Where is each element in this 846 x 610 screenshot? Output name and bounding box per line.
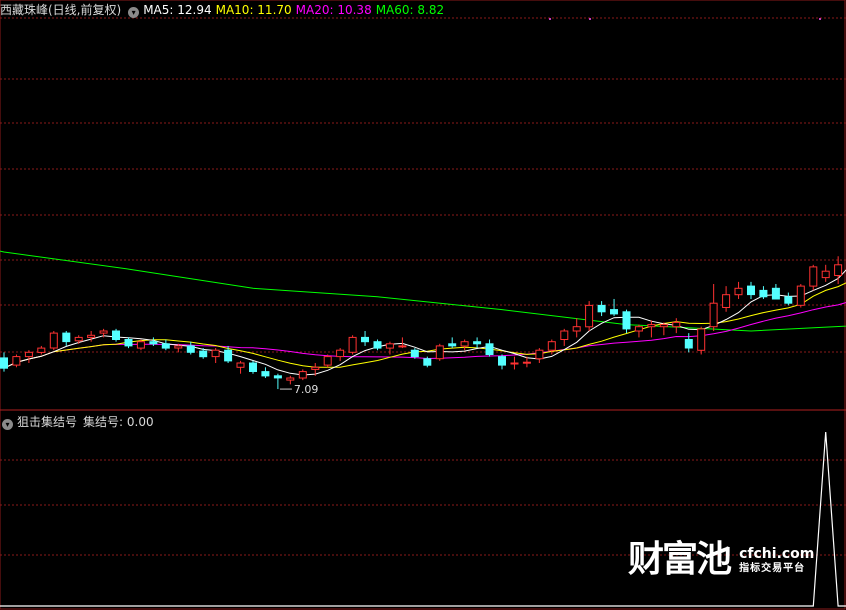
candle-body [510, 362, 519, 365]
candle-body [174, 345, 183, 349]
candle-body [361, 336, 369, 343]
candle-body [697, 328, 706, 351]
candle-body [211, 349, 220, 358]
candle-body [398, 345, 407, 348]
candle-body [273, 375, 282, 379]
candle-body [261, 371, 270, 377]
candle-body [659, 324, 668, 328]
candle-body [24, 351, 33, 358]
ma5-label: MA5: 12.94 [143, 3, 212, 17]
candle-body [224, 349, 233, 362]
ma20-label: MA20: 10.38 [295, 3, 372, 17]
main-chart-header: 西藏珠峰(日线,前复权) ▾ MA5: 12.94 MA10: 11.70 MA20: … [0, 2, 448, 18]
candle-body [99, 330, 108, 334]
watermark-brand: 财富池 [628, 539, 732, 580]
candle-body [821, 270, 830, 279]
marker-dot [589, 18, 591, 20]
sub-chart-header: ▾ 狙击集结号 集结号: 0.00 [0, 414, 158, 430]
ma60-series [0, 250, 846, 332]
chevron-down-icon[interactable]: ▾ [128, 7, 140, 18]
candle-body [12, 356, 21, 366]
candle-body [784, 296, 793, 304]
candle-body [535, 349, 544, 360]
candle-body [672, 321, 681, 328]
candle-body [410, 349, 419, 358]
candle-body [647, 324, 656, 328]
watermark-url: cfchi.com [739, 546, 815, 562]
ma10-label: MA10: 11.70 [215, 3, 292, 17]
candle-body [771, 287, 780, 300]
candle-body [37, 347, 46, 353]
candle-body [560, 330, 569, 340]
indicator-title: 狙击集结号 [17, 415, 78, 429]
candle-body [323, 356, 332, 366]
candle-body [448, 343, 457, 347]
candle-body [547, 341, 556, 351]
candle-body [74, 336, 83, 342]
candle-body [385, 343, 394, 349]
stock-chart: 15.257.09 [0, 0, 846, 610]
candle-body [634, 326, 643, 332]
candle-body [311, 366, 320, 370]
candle-body [423, 358, 432, 366]
candle-body [597, 304, 606, 313]
candle-body [186, 345, 195, 353]
candle-body [473, 341, 482, 345]
candle-body [62, 332, 71, 343]
candle-body [747, 285, 755, 296]
candle-body [498, 356, 506, 366]
candle-body [298, 371, 307, 379]
candle-body [709, 302, 718, 328]
candle-body [522, 361, 531, 364]
candle-body [112, 330, 120, 340]
candle-body [809, 266, 818, 287]
candle-body [199, 350, 208, 358]
ma10-line [3, 282, 846, 369]
candle-body [435, 345, 444, 360]
candle-body [0, 357, 8, 369]
marker-dot [549, 18, 551, 20]
marker-dot [819, 18, 821, 20]
candle-body [124, 339, 133, 347]
candle-body [460, 341, 469, 347]
candle-body [610, 309, 618, 315]
candle-body [149, 341, 158, 345]
candle-body [336, 349, 345, 358]
ma60-label: MA60: 8.82 [375, 3, 445, 17]
candle-body [572, 326, 581, 332]
low-price-label: 7.09 [294, 383, 319, 396]
watermark-logo: 财富池 cfchi.com 指标交易平台 [628, 540, 814, 580]
candle-body [485, 343, 494, 355]
candle-body [722, 294, 731, 309]
watermark-subtitle: 指标交易平台 [739, 563, 806, 574]
candle-body [286, 377, 295, 381]
candle-body [373, 341, 382, 349]
chevron-down-icon[interactable]: ▾ [2, 419, 13, 430]
stock-title: 西藏珠峰(日线,前复权) [0, 3, 122, 17]
candle-body [796, 285, 805, 306]
candle-body [622, 311, 631, 330]
candle-body [136, 341, 145, 349]
candle-body [684, 339, 693, 349]
chart-frame [0, 0, 846, 610]
chart-grid [0, 0, 846, 610]
ma10-series [3, 282, 846, 369]
candle-body [759, 289, 768, 298]
candle-body [249, 362, 257, 372]
candle-body [348, 336, 357, 353]
indicator-value: 集结号: 0.00 [83, 415, 154, 429]
ma60-line [0, 250, 846, 332]
candle-body [87, 334, 96, 338]
candle-body [236, 362, 245, 368]
candle-body [161, 343, 170, 349]
candle-body [49, 332, 58, 349]
candles-group [0, 256, 843, 390]
candle-body [734, 287, 743, 296]
candle-body [834, 264, 843, 276]
candle-body [585, 304, 594, 328]
